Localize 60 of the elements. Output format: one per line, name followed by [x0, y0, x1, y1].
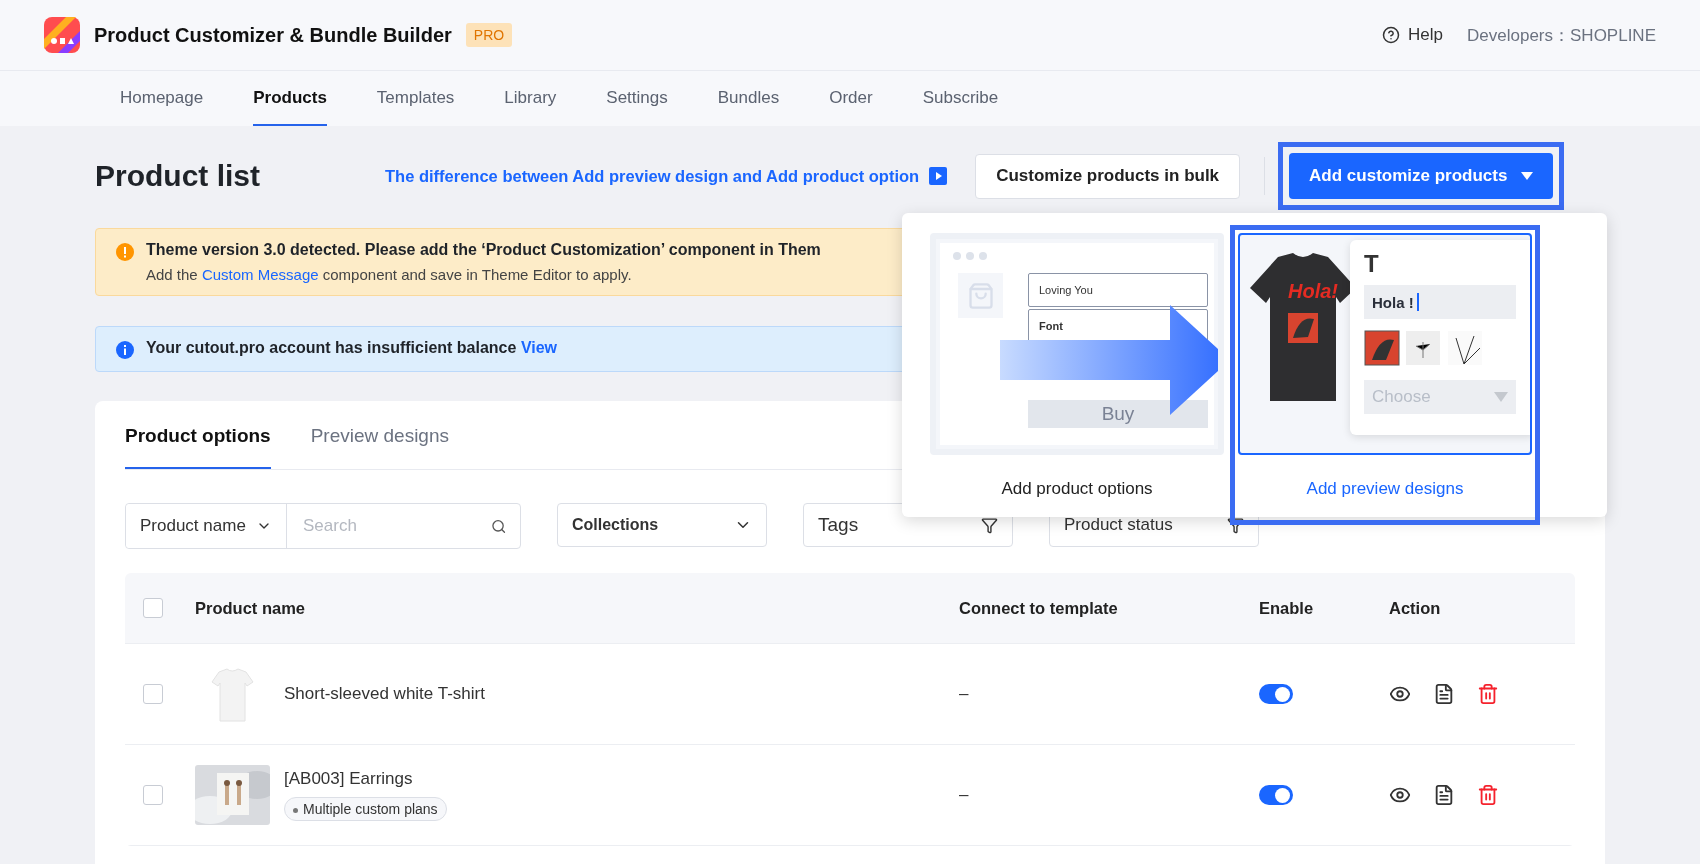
- nav-tab[interactable]: Settings: [606, 71, 668, 126]
- filter-icon: [981, 516, 998, 534]
- play-icon: [929, 167, 948, 185]
- plan-badge: PRO: [465, 23, 513, 47]
- window-dots-icon: [952, 251, 988, 261]
- nav-tab[interactable]: Bundles: [717, 71, 780, 126]
- template-cell-text: –: [959, 684, 970, 704]
- help-link[interactable]: Help: [1382, 25, 1444, 45]
- content-tab[interactable]: Product options: [125, 425, 271, 469]
- template-cell-text: –: [959, 785, 970, 805]
- text-field: Loving You: [1028, 273, 1208, 307]
- nav-tab[interactable]: Library: [504, 71, 557, 126]
- page-title: Product list: [95, 159, 260, 193]
- document-icon[interactable]: [1433, 683, 1455, 705]
- content-tab[interactable]: Preview designs: [310, 425, 449, 469]
- column-header: Connect to template: [959, 598, 1119, 618]
- plan-tag: Multiple custom plans: [284, 797, 447, 821]
- product-name: Short-sleeved white T-shirt: [284, 684, 485, 703]
- enable-toggle[interactable]: [1259, 684, 1293, 704]
- column-header: Product name: [195, 598, 307, 618]
- menu-option[interactable]: Add product options: [1001, 479, 1153, 499]
- column-header: Enable: [1259, 598, 1315, 618]
- enable-toggle[interactable]: [1259, 785, 1293, 805]
- nav-tab[interactable]: Templates: [376, 71, 455, 126]
- developer-label: Developers：SHOPLINE: [1467, 24, 1656, 47]
- option-preview[interactable]: Loving You Font Buy: [930, 233, 1224, 455]
- text-input-field: Hola !: [1364, 285, 1516, 319]
- bag-icon: [966, 281, 995, 310]
- product-name: [AB003] Earrings: [284, 769, 413, 788]
- shirt-print-text: Hola!: [1288, 280, 1338, 303]
- document-icon[interactable]: [1433, 784, 1455, 806]
- bulk-customize-button[interactable]: Customize products in bulk: [975, 153, 1241, 199]
- help-video-link[interactable]: The difference between Add preview design and Add product option: [385, 166, 948, 186]
- nav-tab[interactable]: Homepage: [120, 71, 204, 126]
- app-logo: [44, 17, 80, 53]
- custom-message-link[interactable]: Custom Message: [201, 266, 319, 283]
- delete-icon[interactable]: [1477, 784, 1499, 806]
- text-tool-label: T: [1364, 250, 1379, 278]
- warning-icon: [116, 243, 134, 261]
- row-checkbox[interactable]: [143, 684, 163, 704]
- delete-icon[interactable]: [1477, 683, 1499, 705]
- menu-option[interactable]: Add preview designs: [1306, 479, 1464, 499]
- filter-icon: [1227, 516, 1244, 534]
- nav-tab[interactable]: Products: [253, 71, 327, 126]
- collections-select[interactable]: Collections: [557, 503, 767, 547]
- row-checkbox[interactable]: [143, 785, 163, 805]
- nav-tab[interactable]: Order: [829, 71, 873, 126]
- select-all-checkbox[interactable]: [143, 598, 163, 618]
- nav-tab[interactable]: Subscribe: [922, 71, 999, 126]
- alert-title: Theme version 3.0 detected. Please add the ‘Product Customization’ component in Them: [146, 241, 821, 259]
- info-icon: [116, 341, 134, 359]
- help-icon: [1382, 26, 1401, 44]
- alert-message: Add the Custom Message component and save in Theme Editor to apply.: [146, 266, 633, 283]
- column-header: Action: [1389, 598, 1442, 618]
- add-products-button[interactable]: Add customize products: [1289, 153, 1554, 199]
- app-title: Product Customizer & Bundle Builder: [94, 23, 452, 47]
- caret-icon: [1521, 172, 1534, 180]
- buy-button: Buy: [1028, 400, 1208, 428]
- view-link[interactable]: View: [520, 339, 558, 356]
- alert-message: Your cutout.pro account has insufficient balance View: [146, 339, 558, 357]
